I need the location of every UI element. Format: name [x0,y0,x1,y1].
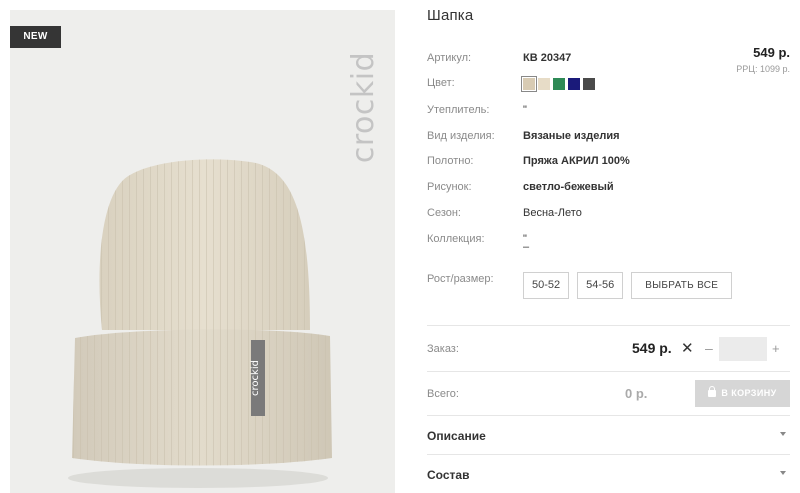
color-swatch[interactable] [583,78,595,90]
hat-image: crockid [68,159,332,488]
total-label: Всего: [427,388,459,400]
divider [427,415,790,416]
chevron-down-icon [780,432,786,436]
product-price: 549 р. [753,45,790,60]
divider [427,325,790,326]
product-photo[interactable]: NEW crockid crockid [10,10,395,493]
accordion-description[interactable]: Описание [427,429,790,443]
add-to-cart-button[interactable]: В КОРЗИНУ [695,380,790,407]
size-options: 50-52 54-56 ВЫБРАТЬ ВСЕ [523,272,733,299]
lock-icon [708,386,717,397]
chevron-down-icon [780,471,786,475]
times-icon: ✕ [681,340,694,357]
color-swatch[interactable] [553,78,565,90]
color-swatch[interactable] [521,76,537,92]
order-label: Заказ: [427,343,459,355]
recommended-retail-price: РРЦ: 1099 р. [736,64,790,74]
total-value: 0 р. [625,386,648,401]
increase-quantity-button[interactable]: + [772,341,780,356]
order-price: 549 р. [632,340,672,356]
quantity-input[interactable] [719,337,767,361]
size-button[interactable]: 54-56 [577,272,624,299]
hat-label-text: crockid [250,360,261,396]
accordion-composition[interactable]: Состав [427,468,790,482]
divider [427,371,790,372]
decrease-quantity-button[interactable]: – [705,340,713,356]
product-title: Шапка [427,7,474,24]
color-swatch[interactable] [568,78,580,90]
divider [427,454,790,455]
color-swatches [521,76,595,92]
color-swatch[interactable] [538,78,550,90]
size-button[interactable]: 50-52 [523,272,570,299]
select-all-sizes-button[interactable]: ВЫБРАТЬ ВСЕ [631,272,733,299]
